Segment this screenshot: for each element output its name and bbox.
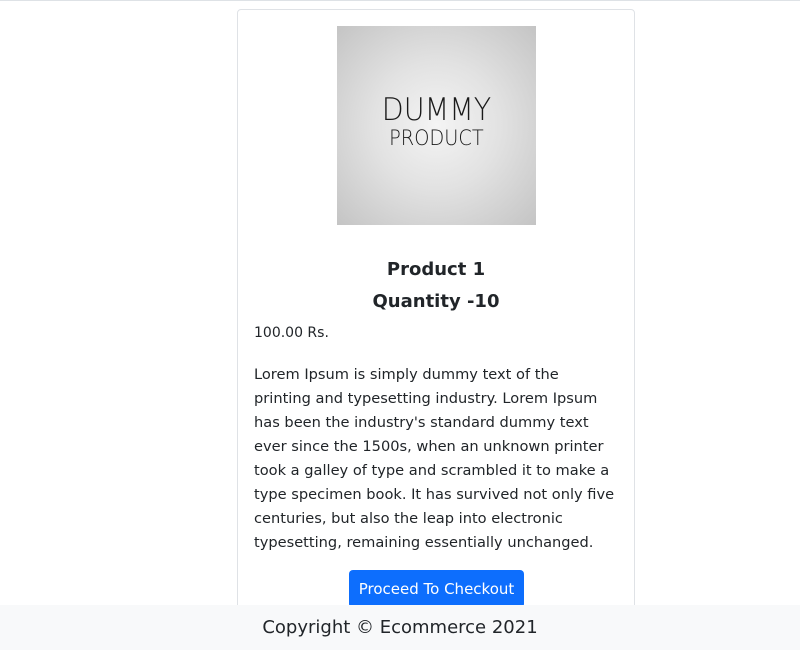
top-divider: [0, 0, 800, 1]
product-quantity: Quantity -10: [372, 291, 500, 312]
proceed-to-checkout-button[interactable]: Proceed To Checkout: [349, 570, 524, 608]
product-image-text-line1: DUMMY: [381, 91, 492, 128]
product-name: Product 1: [386, 259, 486, 280]
footer: Copyright © Ecommerce 2021: [0, 605, 800, 650]
product-image: DUMMY PRODUCT: [337, 26, 536, 225]
product-description: Lorem Ipsum is simply dummy text of the …: [254, 366, 615, 551]
product-image-text-line2: PRODUCT: [389, 125, 484, 150]
footer-copyright: Copyright © Ecommerce 2021: [262, 617, 538, 638]
product-card: DUMMY PRODUCT Product 1 Quantity -10 100…: [237, 9, 635, 629]
product-price: 100.00 Rs.: [254, 325, 329, 341]
